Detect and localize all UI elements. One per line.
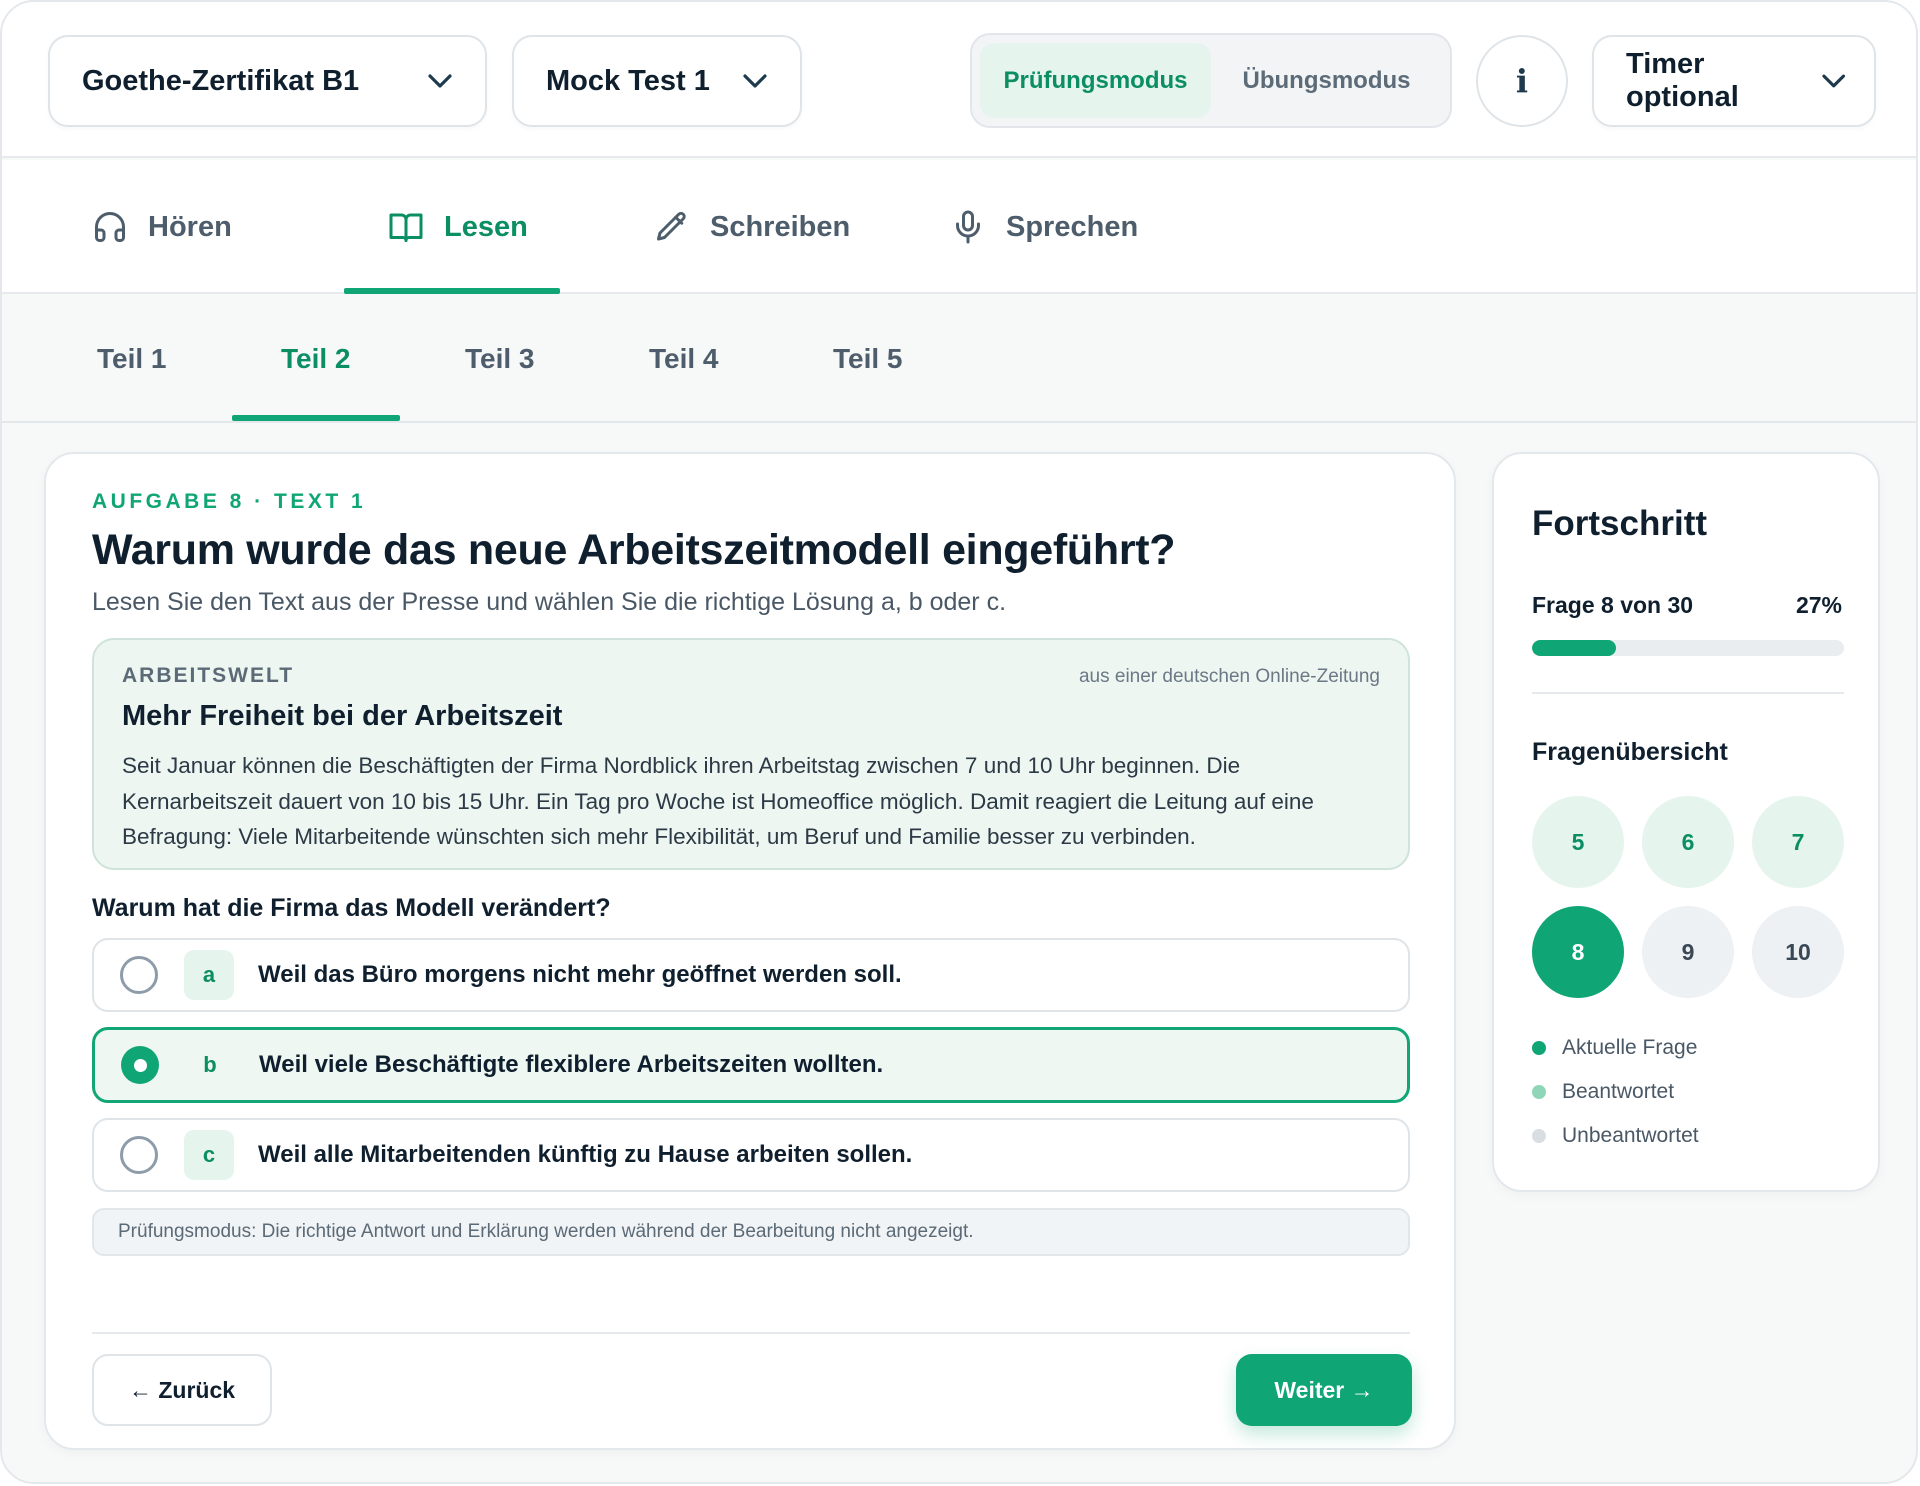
legend-answered: Beantwortet (1532, 1080, 1674, 1104)
option-text: Weil alle Mitarbeitenden künftig zu Haus… (258, 1141, 913, 1168)
answer-option-b[interactable]: b Weil viele Beschäftigte flexiblere Arb… (92, 1027, 1410, 1103)
task-instructions: Lesen Sie den Text aus der Presse und wä… (92, 588, 1007, 616)
tab-schreiben[interactable]: Schreiben (654, 160, 850, 294)
legend-current: Aktuelle Frage (1532, 1036, 1697, 1060)
radio-button[interactable] (120, 956, 158, 994)
progress-label: Frage 8 von 30 (1532, 592, 1694, 618)
mock-test-select-label: Mock Test 1 (546, 64, 710, 97)
divider (1532, 692, 1844, 694)
back-button[interactable]: ← Zurück (92, 1354, 272, 1426)
tab-teil-3[interactable]: Teil 3 (465, 295, 535, 423)
info-icon[interactable]: i (1476, 35, 1568, 127)
tab-teil-2[interactable]: Teil 2 (281, 295, 351, 423)
progress-panel: Fortschritt Frage 8 von 30 27% Fragenübe… (1492, 452, 1880, 1192)
legend-label: Unbeantwortet (1562, 1124, 1699, 1147)
legend-label: Beantwortet (1562, 1080, 1675, 1103)
skill-tabs: Hören Lesen Schreiben Sprechen (2, 160, 1916, 294)
timer-select-label: Timer optional (1626, 48, 1739, 113)
next-button[interactable]: Weiter → (1236, 1354, 1412, 1426)
answer-option-c[interactable]: c Weil alle Mitarbeitenden künftig zu Ha… (92, 1118, 1410, 1192)
chevron-down-icon (1821, 74, 1845, 88)
option-letter: b (203, 1052, 217, 1077)
tab-schreiben-label: Schreiben (710, 210, 851, 243)
tab-teil-4[interactable]: Teil 4 (649, 295, 719, 423)
legend-unanswered: Unbeantwortet (1532, 1124, 1699, 1148)
question-overview-title: Fragenübersicht (1532, 738, 1728, 766)
microphone-icon (956, 210, 980, 244)
article-source: aus einer deutschen Online-Zeitung (1078, 666, 1380, 687)
active-skill-indicator (344, 288, 560, 294)
question-dot-9[interactable]: 9 (1642, 906, 1734, 998)
app-frame: Goethe-Zertifikat B1 Mock Test 1 Prüfung… (0, 0, 1918, 1484)
legend-dot-icon (1532, 1129, 1546, 1143)
article-kicker: ARBEITSWELT (122, 664, 295, 687)
exam-mode-button[interactable]: Prüfungsmodus (980, 43, 1211, 118)
article-title: Mehr Freiheit bei der Arbeitszeit (122, 700, 563, 732)
option-letter: a (184, 950, 234, 1000)
option-text: Weil viele Beschäftigte flexiblere Arbei… (259, 1051, 884, 1078)
question-dot-7[interactable]: 7 (1752, 796, 1844, 888)
radio-button[interactable] (120, 1136, 158, 1174)
legend-dot-icon (1532, 1041, 1546, 1055)
mode-toggle: Prüfungsmodus Übungsmodus (970, 33, 1452, 128)
tab-sprechen-label: Sprechen (1006, 210, 1139, 243)
progress-percent: 27% (1795, 592, 1842, 618)
certificate-select-label: Goethe-Zertifikat B1 (82, 64, 360, 97)
book-icon (389, 213, 423, 242)
article-body: Seit Januar können die Beschäftigten der… (122, 753, 1314, 849)
tab-hoeren[interactable]: Hören (92, 160, 232, 294)
option-text: Weil das Büro morgens nicht mehr geöffne… (258, 961, 902, 988)
tab-hoeren-label: Hören (148, 210, 232, 243)
question-dot-5[interactable]: 5 (1532, 796, 1624, 888)
legend-label: Aktuelle Frage (1562, 1036, 1698, 1059)
question-dot-6[interactable]: 6 (1642, 796, 1734, 888)
certificate-select[interactable]: Goethe-Zertifikat B1 (48, 35, 487, 127)
exam-mode-hint: Prüfungsmodus: Die richtige Antwort und … (92, 1208, 1410, 1256)
timer-select[interactable]: Timer optional (1592, 35, 1876, 127)
mock-test-select[interactable]: Mock Test 1 (512, 35, 802, 127)
radio-button-selected[interactable] (121, 1046, 159, 1084)
answer-option-a[interactable]: a Weil das Büro morgens nicht mehr geöff… (92, 938, 1410, 1012)
option-letter: c (184, 1130, 234, 1180)
practice-mode-button[interactable]: Übungsmodus (1211, 43, 1442, 118)
teil-tabs: Teil 1 Teil 2 Teil 3 Teil 4 Teil 5 (2, 295, 1916, 423)
question-prompt: Warum hat die Firma das Modell verändert… (92, 894, 611, 922)
tab-lesen-label: Lesen (444, 210, 528, 243)
task-card: AUFGABE 8 · TEXT 1 Warum wurde das neue … (44, 452, 1456, 1450)
question-dot-8[interactable]: 8 (1532, 906, 1624, 998)
tab-lesen[interactable]: Lesen (388, 160, 528, 294)
progress-title: Fortschritt (1532, 504, 1707, 543)
active-teil-indicator (232, 415, 400, 421)
tab-teil-1[interactable]: Teil 1 (97, 295, 167, 423)
chevron-down-icon (743, 74, 767, 88)
legend-dot-icon (1532, 1085, 1546, 1099)
divider (92, 1332, 1410, 1334)
tab-teil-5[interactable]: Teil 5 (833, 295, 903, 423)
pencil-icon (657, 211, 686, 241)
task-eyebrow: AUFGABE 8 · TEXT 1 (92, 490, 367, 513)
question-dot-10[interactable]: 10 (1752, 906, 1844, 998)
headphones-icon (95, 212, 125, 242)
progress-bar-fill (1532, 640, 1617, 656)
progress-bar (1532, 640, 1844, 656)
article-box: ARBEITSWELT aus einer deutschen Online-Z… (92, 638, 1410, 870)
top-bar: Goethe-Zertifikat B1 Mock Test 1 Prüfung… (2, 2, 1916, 158)
tab-sprechen[interactable]: Sprechen (950, 160, 1138, 294)
chevron-down-icon (428, 74, 452, 88)
page-title: Warum wurde das neue Arbeitszeitmodell e… (92, 526, 1176, 574)
